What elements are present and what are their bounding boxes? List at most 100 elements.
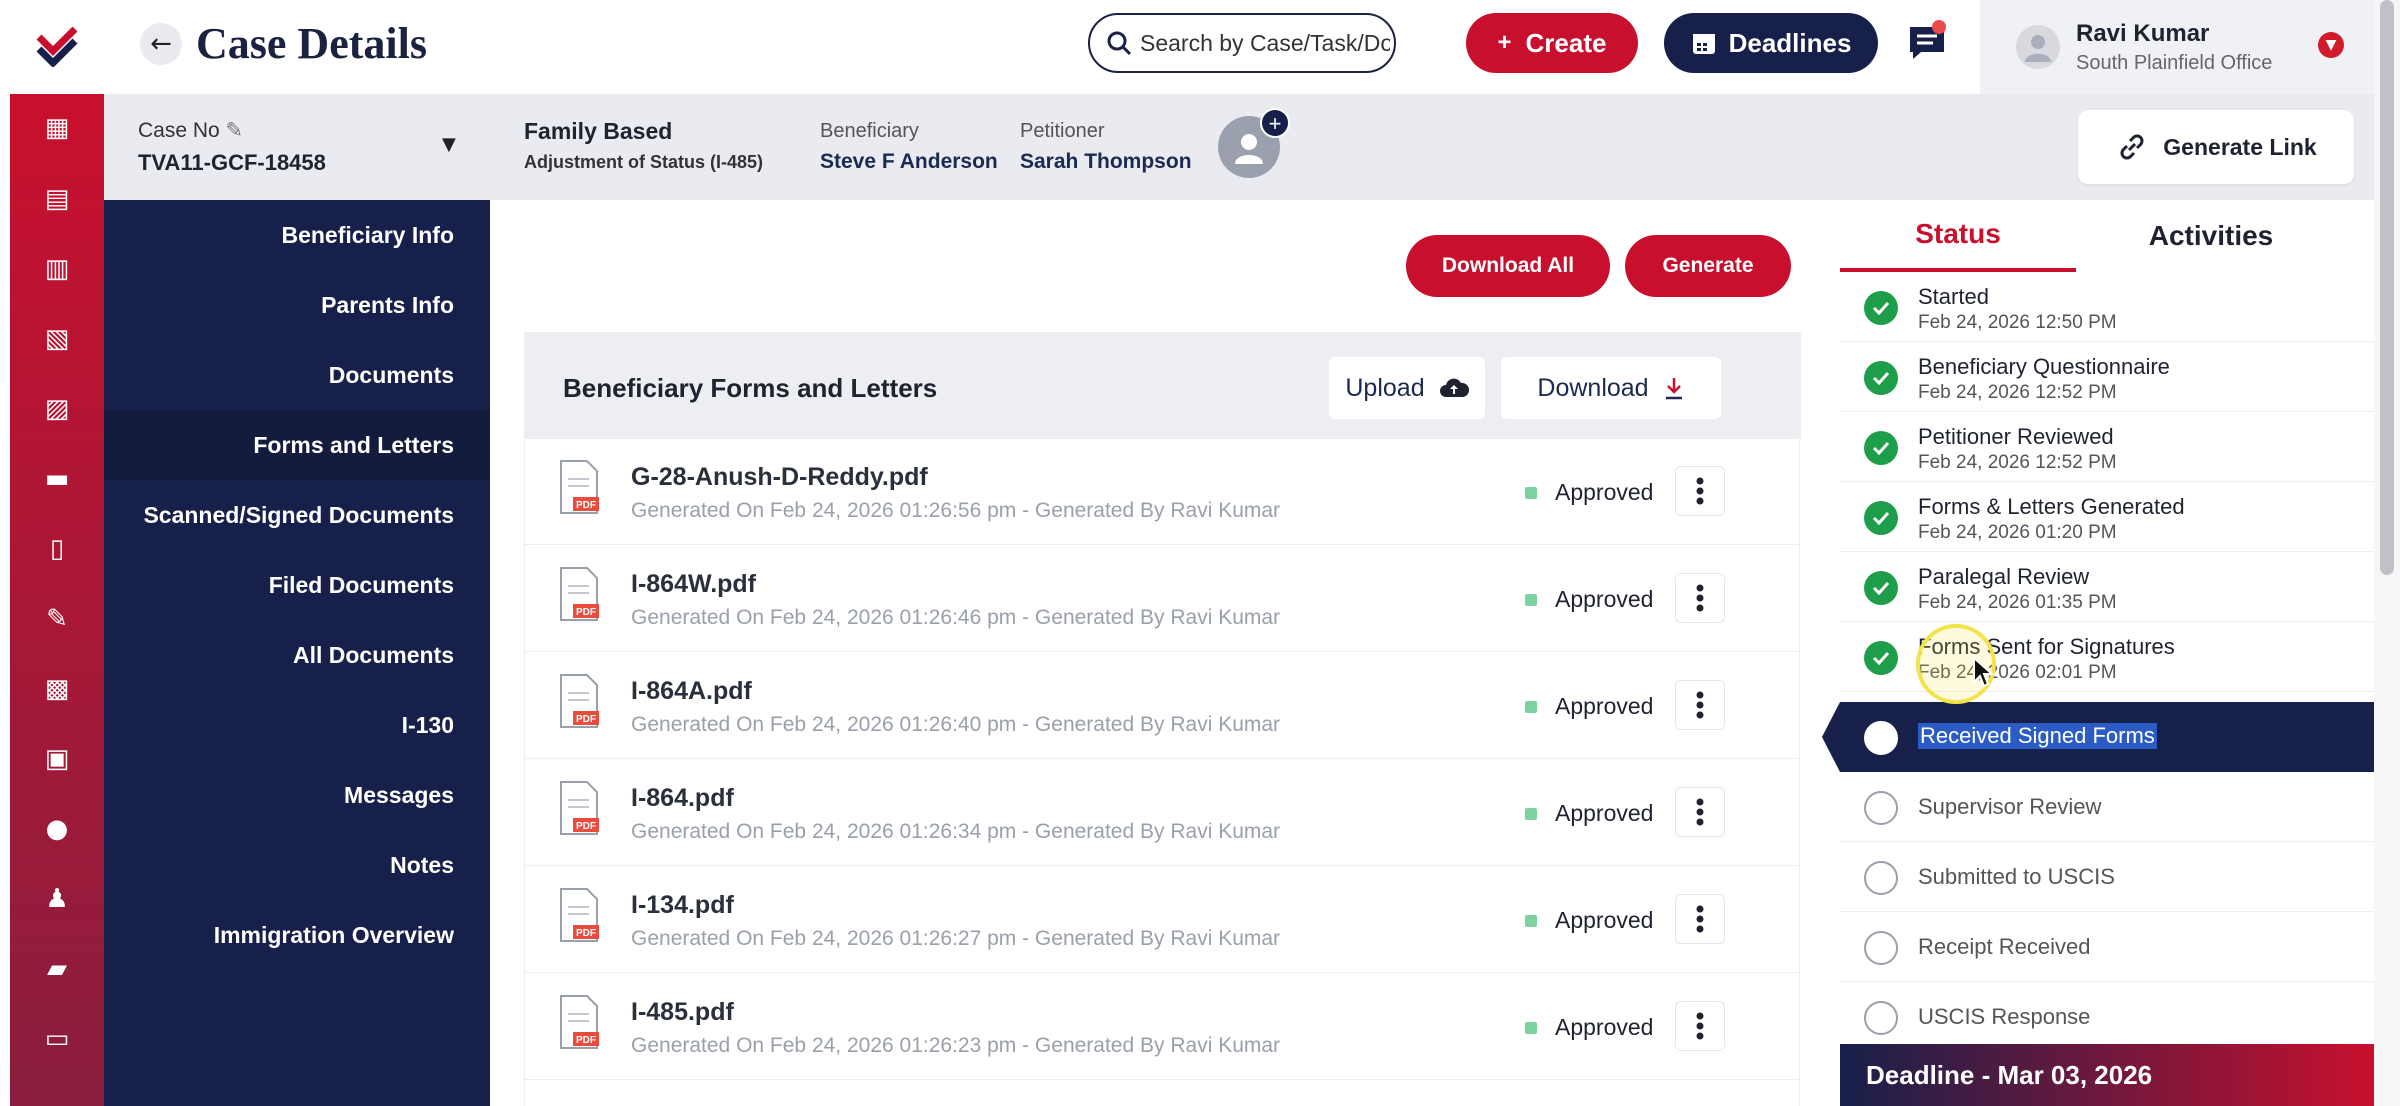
- download-button[interactable]: Download: [1501, 357, 1721, 419]
- document-name[interactable]: G-28-Anush-D-Reddy.pdf: [631, 463, 928, 492]
- more-vertical-icon[interactable]: [1675, 680, 1725, 730]
- beneficiary-name: Steve F Anderson: [820, 150, 998, 173]
- calendar-icon[interactable]: ▩: [39, 671, 75, 707]
- check-circle-icon: [1864, 571, 1898, 605]
- step-date: Feb 24, 2026 02:01 PM: [1918, 662, 2117, 683]
- step-name: Supervisor Review: [1918, 794, 2102, 819]
- check-circle-icon: [1864, 501, 1898, 535]
- nav-item-notes[interactable]: Notes: [104, 830, 490, 900]
- pdf-badge-text: PDF: [576, 500, 596, 511]
- nav-item-all-documents[interactable]: All Documents: [104, 620, 490, 690]
- status-step[interactable]: Petitioner Reviewed Feb 24, 2026 12:52 P…: [1840, 412, 2374, 482]
- user-name: Ravi Kumar: [2076, 19, 2210, 47]
- more-vertical-icon[interactable]: [1675, 894, 1725, 944]
- folder-icon[interactable]: ▰: [39, 951, 75, 987]
- scrollbar-thumb[interactable]: [2380, 0, 2394, 575]
- status-dot: [1525, 1022, 1537, 1034]
- nav-item-filed-documents[interactable]: Filed Documents: [104, 550, 490, 620]
- form-settings-icon[interactable]: ▧: [39, 321, 75, 357]
- case-dropdown-icon[interactable]: ▼: [442, 134, 456, 155]
- pencil-icon[interactable]: ✎: [226, 118, 244, 142]
- chat-icon[interactable]: ▭: [39, 1021, 75, 1057]
- nav-item-forms-and-letters[interactable]: Forms and Letters: [104, 410, 490, 480]
- step-date: Feb 24, 2026 12:52 PM: [1918, 382, 2117, 403]
- nav-item-parents-info[interactable]: Parents Info: [104, 270, 490, 340]
- chevron-down-icon[interactable]: ▼: [2318, 32, 2344, 58]
- calendar-icon: [1692, 34, 1715, 54]
- step-name: USCIS Response: [1918, 1004, 2091, 1029]
- status-badge: Approved: [1555, 479, 1654, 505]
- more-vertical-icon[interactable]: [1675, 466, 1725, 516]
- status-step[interactable]: Submitted to USCIS: [1840, 842, 2374, 912]
- nav-item-immigration-overview[interactable]: Immigration Overview: [104, 900, 490, 970]
- edit-icon[interactable]: ✎: [39, 601, 75, 637]
- plus-icon: +: [1497, 29, 1512, 56]
- status-step[interactable]: Paralegal Review Feb 24, 2026 01:35 PM: [1840, 552, 2374, 622]
- step-name: Receipt Received: [1918, 934, 2091, 959]
- deadlines-button[interactable]: Deadlines: [1664, 13, 1878, 73]
- table-row[interactable]: PDF I-485.pdf Generated On Feb 24, 2026 …: [525, 974, 1801, 1080]
- more-vertical-icon[interactable]: [1675, 1001, 1725, 1051]
- more-vertical-icon[interactable]: [1675, 573, 1725, 623]
- icon-rail: ▦ ▤ ▥ ▧ ▨ ▬ ▯ ✎ ▩ ▣ ● ♟ ▰ ▭: [10, 0, 104, 1106]
- notebook-icon[interactable]: ▯: [39, 531, 75, 567]
- add-person-icon[interactable]: +: [1260, 108, 1290, 138]
- status-step[interactable]: Beneficiary Questionnaire Feb 24, 2026 1…: [1840, 342, 2374, 412]
- user-icon[interactable]: ●: [39, 811, 75, 847]
- status-step[interactable]: Forms Sent for Signatures Feb 24, 2026 0…: [1840, 622, 2374, 692]
- document-name[interactable]: I-864W.pdf: [631, 570, 756, 599]
- tab-status[interactable]: Status: [1840, 200, 2076, 272]
- tab-activities[interactable]: Activities: [2076, 200, 2346, 272]
- status-step[interactable]: Supervisor Review: [1840, 772, 2374, 842]
- page-scrollbar[interactable]: [2374, 0, 2400, 1106]
- user-profile[interactable]: Ravi Kumar South Plainfield Office ▼: [1980, 0, 2374, 94]
- document-name[interactable]: I-864.pdf: [631, 784, 734, 813]
- pdf-badge-text: PDF: [576, 714, 596, 725]
- status-step-current[interactable]: Received Signed Forms: [1822, 702, 2374, 772]
- nav-item-beneficiary-info[interactable]: Beneficiary Info: [104, 200, 490, 270]
- clipboard-icon[interactable]: ▣: [39, 741, 75, 777]
- table-row[interactable]: PDF I-864W.pdf Generated On Feb 24, 2026…: [525, 546, 1801, 652]
- create-button[interactable]: + Create: [1466, 13, 1638, 73]
- table-row[interactable]: PDF I-864.pdf Generated On Feb 24, 2026 …: [525, 760, 1801, 866]
- generate-button[interactable]: Generate: [1625, 235, 1791, 297]
- status-step[interactable]: Started Feb 24, 2026 12:50 PM: [1840, 272, 2374, 342]
- main-content: Download All Generate Beneficiary Forms …: [490, 200, 1840, 1106]
- document-name[interactable]: I-134.pdf: [631, 891, 734, 920]
- more-vertical-icon[interactable]: [1675, 787, 1725, 837]
- step-name: Beneficiary Questionnaire: [1918, 354, 2170, 379]
- nav-item-messages[interactable]: Messages: [104, 760, 490, 830]
- nav-item-documents[interactable]: Documents: [104, 340, 490, 410]
- dashboard-icon[interactable]: ▦: [39, 110, 75, 146]
- forms-card: Beneficiary Forms and Letters Upload Dow…: [524, 332, 1801, 1106]
- nav-item-scanned-signed-documents[interactable]: Scanned/Signed Documents: [104, 480, 490, 550]
- search-box[interactable]: [1088, 13, 1396, 73]
- pdf-file-icon: PDF: [560, 995, 599, 1049]
- document-name[interactable]: I-864A.pdf: [631, 677, 752, 706]
- table-row[interactable]: PDF I-864A.pdf Generated On Feb 24, 2026…: [525, 653, 1801, 759]
- document-name[interactable]: I-485.pdf: [631, 998, 734, 1027]
- download-all-button[interactable]: Download All: [1406, 235, 1610, 297]
- document-meta: Generated On Feb 24, 2026 01:26:27 pm - …: [631, 927, 1281, 950]
- nav-item-i-130[interactable]: I-130: [104, 690, 490, 760]
- form-icon[interactable]: ▥: [39, 251, 75, 287]
- app-logo[interactable]: [10, 0, 104, 94]
- table-row[interactable]: PDF G-28-Anush-D-Reddy.pdf Generated On …: [525, 439, 1801, 545]
- circle-icon: [1864, 1001, 1898, 1035]
- status-step[interactable]: USCIS Response: [1840, 982, 2374, 1052]
- search-input[interactable]: [1140, 29, 1390, 57]
- form-check-icon[interactable]: ▨: [39, 391, 75, 427]
- deadline-banner: Deadline - Mar 03, 2026: [1840, 1044, 2374, 1106]
- message-icon[interactable]: ▬: [39, 461, 75, 497]
- chat-button[interactable]: [1902, 18, 1952, 68]
- check-circle-icon: [1864, 361, 1898, 395]
- table-row[interactable]: PDF I-134.pdf Generated On Feb 24, 2026 …: [525, 867, 1801, 973]
- back-arrow-icon[interactable]: ←: [140, 23, 182, 65]
- generate-link-button[interactable]: Generate Link: [2078, 110, 2354, 184]
- status-step[interactable]: Forms & Letters Generated Feb 24, 2026 0…: [1840, 482, 2374, 552]
- case-no-value: TVA11-GCF-18458: [138, 150, 326, 175]
- document-icon[interactable]: ▤: [39, 181, 75, 217]
- upload-button[interactable]: Upload: [1329, 357, 1485, 419]
- status-step[interactable]: Receipt Received: [1840, 912, 2374, 982]
- person-icon[interactable]: ♟: [39, 881, 75, 917]
